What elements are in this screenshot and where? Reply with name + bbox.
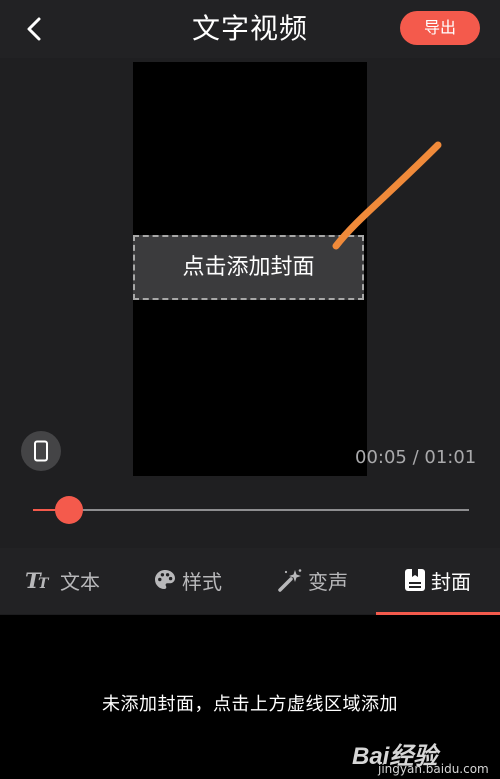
- add-cover-box[interactable]: 点击添加封面: [133, 235, 364, 300]
- tab-text[interactable]: T T 文本: [0, 548, 125, 612]
- tab-bar: T T 文本 样式 变声 封面: [0, 548, 500, 614]
- tab-label: 文本: [60, 569, 100, 594]
- baidu-jingyan-watermark: Bai经验 jingyan.baidu.com: [352, 736, 500, 779]
- progress-slider[interactable]: [33, 494, 469, 526]
- slider-thumb[interactable]: [55, 496, 84, 524]
- tab-label: 变声: [308, 569, 348, 594]
- tab-label: 封面: [431, 569, 471, 594]
- tab-voice[interactable]: 变声: [250, 548, 375, 612]
- export-button[interactable]: 导出: [400, 11, 480, 45]
- watermark-url: jingyan.baidu.com: [378, 762, 489, 776]
- magic-wand-icon: [277, 568, 303, 592]
- text-size-icon: T T: [25, 569, 55, 591]
- tab-style[interactable]: 样式: [125, 548, 250, 612]
- tab-cover[interactable]: 封面: [375, 548, 500, 612]
- palette-icon: [153, 568, 177, 592]
- cover-image-icon: [404, 568, 426, 592]
- slider-track: [33, 509, 469, 511]
- top-bar: 文字视频 导出: [0, 0, 500, 58]
- svg-text:T: T: [38, 576, 50, 591]
- orientation-button[interactable]: [21, 431, 61, 471]
- phone-icon: [34, 440, 48, 462]
- time-readout: 00:05 / 01:01: [355, 447, 477, 468]
- cover-hint: 未添加封面，点击上方虚线区域添加: [102, 694, 398, 715]
- tab-label: 样式: [182, 569, 222, 594]
